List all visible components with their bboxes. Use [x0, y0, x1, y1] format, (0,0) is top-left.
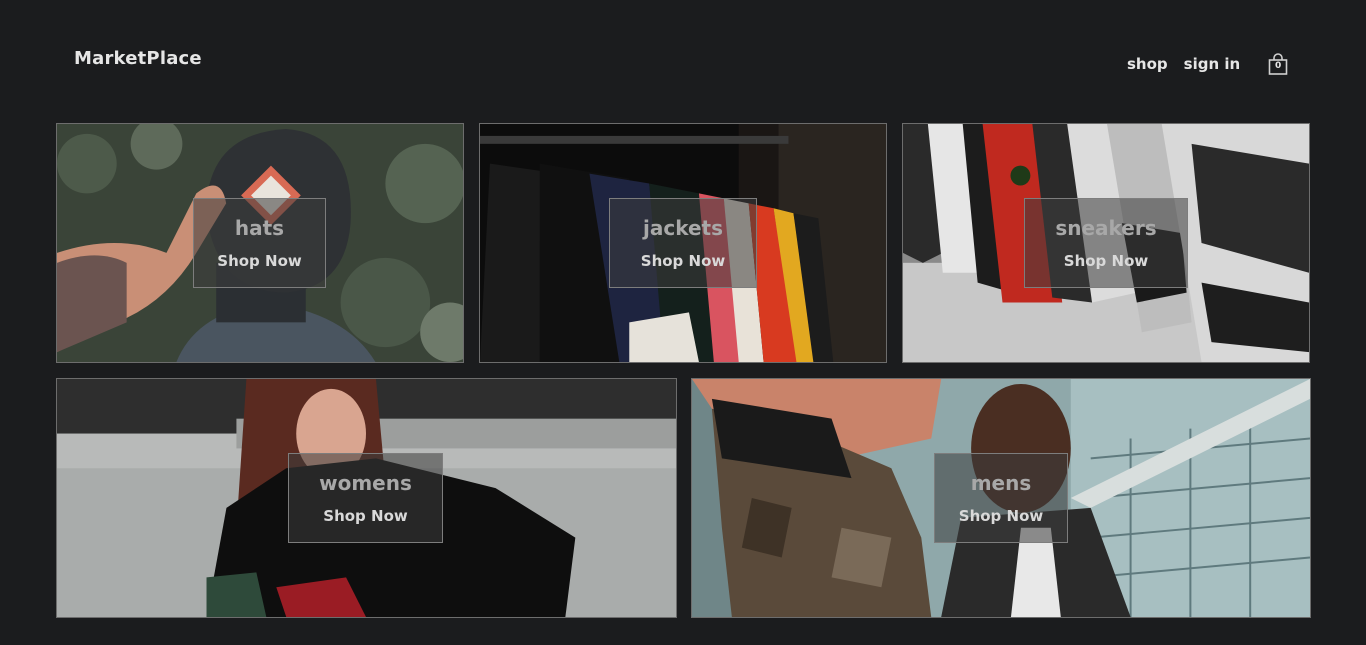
- cart-button[interactable]: 0: [1267, 52, 1289, 76]
- shop-now-button[interactable]: Shop Now: [217, 252, 301, 270]
- category-tile-womens[interactable]: womens Shop Now: [56, 378, 677, 618]
- category-tile-mens[interactable]: mens Shop Now: [691, 378, 1311, 618]
- shop-now-button[interactable]: Shop Now: [959, 507, 1043, 525]
- category-title: hats: [234, 216, 285, 240]
- cart-count: 0: [1275, 61, 1282, 71]
- main-nav: shop sign in 0: [1127, 52, 1289, 76]
- womens-overlay: womens Shop Now: [288, 453, 443, 543]
- category-title: womens: [319, 471, 412, 495]
- hats-overlay: hats Shop Now: [193, 198, 326, 288]
- nav-shop-link[interactable]: shop: [1127, 55, 1168, 73]
- category-tile-hats[interactable]: hats Shop Now: [56, 123, 464, 363]
- shop-now-button[interactable]: Shop Now: [1064, 252, 1148, 270]
- mens-overlay: mens Shop Now: [934, 453, 1068, 543]
- category-tile-jackets[interactable]: jackets Shop Now: [479, 123, 887, 363]
- category-tile-sneakers[interactable]: sneakers Shop Now: [902, 123, 1310, 363]
- nav-sign-in-link[interactable]: sign in: [1184, 55, 1241, 73]
- sneakers-overlay: sneakers Shop Now: [1024, 198, 1188, 288]
- shop-now-button[interactable]: Shop Now: [323, 507, 407, 525]
- shop-now-button[interactable]: Shop Now: [641, 252, 725, 270]
- category-title: mens: [970, 471, 1032, 495]
- category-title: sneakers: [1055, 216, 1157, 240]
- site-header: MarketPlace shop sign in 0: [0, 0, 1366, 120]
- category-title: jackets: [643, 216, 723, 240]
- jackets-overlay: jackets Shop Now: [609, 198, 757, 288]
- site-logo[interactable]: MarketPlace: [74, 48, 202, 69]
